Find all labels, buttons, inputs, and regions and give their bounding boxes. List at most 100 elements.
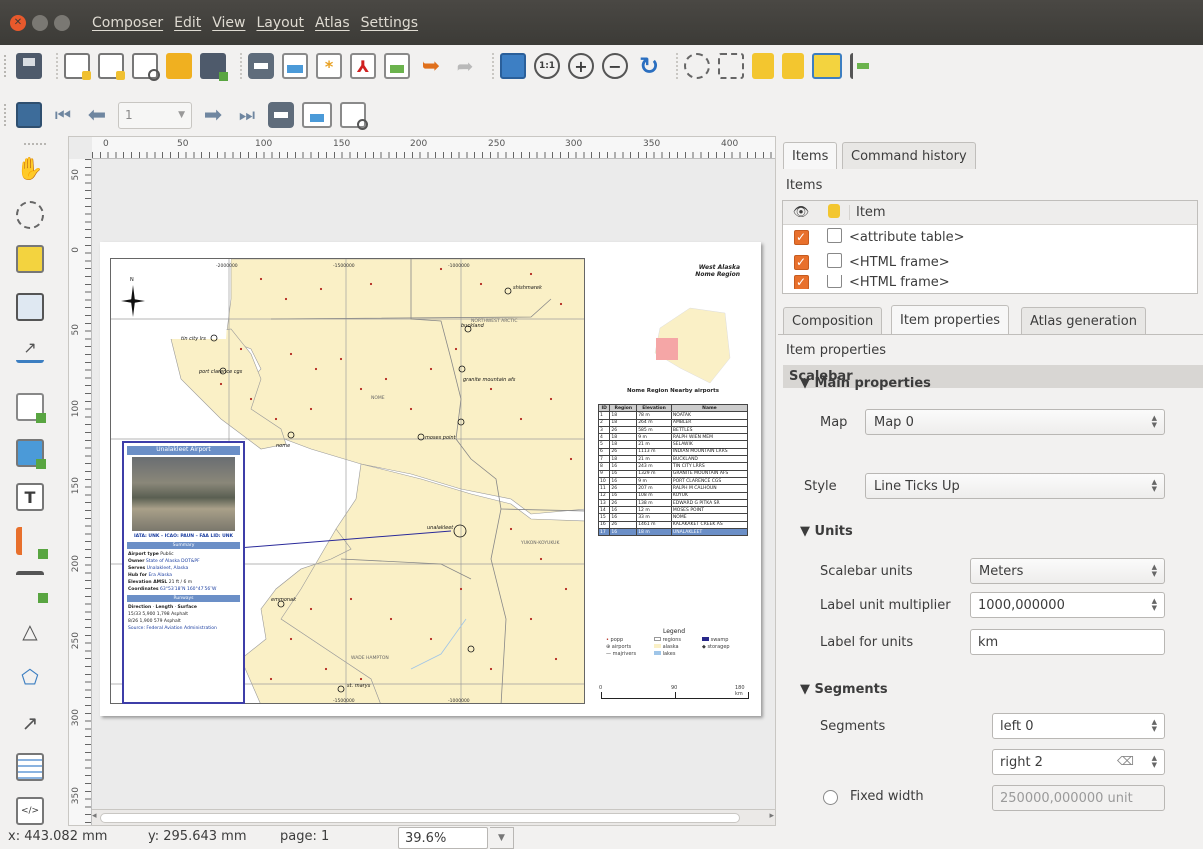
visible-checkbox[interactable]: ✓: [793, 275, 809, 289]
clear-icon[interactable]: ⌫: [1117, 754, 1134, 768]
chevron-down-icon[interactable]: ▼: [490, 827, 514, 849]
add-arrow-icon[interactable]: ↗: [16, 709, 44, 737]
tab-item-properties[interactable]: Item properties: [891, 305, 1010, 334]
composer-canvas[interactable]: 0 50 100 150 200 250 300 350 400 50 0 50…: [68, 136, 776, 826]
print-atlas-icon[interactable]: [268, 102, 294, 128]
zoom-combobox[interactable]: 39.6%: [398, 827, 488, 849]
toolbar-grip[interactable]: [24, 143, 46, 149]
lock-checkbox[interactable]: [826, 228, 842, 243]
lock-icon[interactable]: [752, 53, 774, 79]
segments-group[interactable]: ▼ Segments: [800, 682, 888, 697]
save-icon[interactable]: [16, 53, 42, 79]
style-combobox[interactable]: Line Ticks Up ▲ ▼: [865, 473, 1165, 499]
visible-checkbox[interactable]: ✓: [793, 255, 809, 270]
label-unit-multiplier-spinbox[interactable]: 1000,000000 ▲ ▼: [970, 592, 1165, 618]
menu-view[interactable]: View: [212, 15, 245, 31]
map-combobox[interactable]: Map 0 ▲ ▼: [865, 409, 1165, 435]
horizontal-scrollbar[interactable]: ◂ ▸: [92, 809, 775, 825]
tab-items[interactable]: Items: [783, 142, 838, 169]
add-scalebar-icon[interactable]: [16, 571, 48, 603]
export-pdf-icon[interactable]: ⅄: [350, 53, 376, 79]
tree-row[interactable]: ✓ <HTML frame>: [783, 275, 1197, 289]
tab-composition[interactable]: Composition: [783, 307, 883, 334]
zoom-100-icon[interactable]: 1:1: [534, 53, 560, 79]
refresh-icon[interactable]: ↻: [636, 52, 662, 80]
add-label-icon[interactable]: T: [16, 483, 44, 511]
overview-map[interactable]: [630, 298, 750, 388]
menu-layout[interactable]: Layout: [256, 15, 304, 31]
items-tree[interactable]: 👁 Item ✓ <attribute table> ✓ <HTML frame…: [782, 200, 1198, 294]
tab-atlas-generation[interactable]: Atlas generation: [1021, 307, 1146, 334]
next-feature-icon[interactable]: ➡: [200, 102, 226, 128]
export-svg-icon[interactable]: *: [316, 53, 342, 79]
select-all-icon[interactable]: [684, 53, 710, 79]
add-polygon-icon[interactable]: ⬠: [16, 663, 44, 691]
toolbar-grip[interactable]: [4, 55, 10, 77]
export-atlas-icon[interactable]: [384, 53, 410, 79]
add-html-icon[interactable]: </>: [16, 797, 44, 825]
add-shape-icon[interactable]: △: [16, 617, 44, 645]
zoom-out-icon[interactable]: −: [602, 53, 628, 79]
fixed-width-spinbox[interactable]: 250000,000000 unit: [992, 785, 1165, 811]
open-template-icon[interactable]: [166, 53, 192, 79]
minimize-window-button[interactable]: [32, 14, 48, 31]
scroll-right-icon[interactable]: ▸: [769, 811, 774, 821]
visible-checkbox[interactable]: ✓: [793, 230, 809, 245]
html-frame-popup[interactable]: Unalakleet Airport IATA: UNK – ICAO: PAU…: [122, 441, 245, 704]
add-map-icon[interactable]: [16, 439, 46, 469]
add-legend-icon[interactable]: [16, 527, 48, 559]
scalebar-item[interactable]: 0 90 180 km: [597, 685, 752, 700]
scroll-left-icon[interactable]: ◂: [92, 811, 97, 821]
menu-composer[interactable]: Composer: [92, 15, 163, 31]
add-page-icon[interactable]: [16, 393, 46, 423]
edit-nodes-icon[interactable]: ↗: [16, 335, 44, 363]
units-group[interactable]: ▼ Units: [800, 524, 853, 539]
toolbar-grip[interactable]: [4, 104, 10, 126]
new-composer-icon[interactable]: [64, 53, 91, 80]
tree-row[interactable]: ✓ <HTML frame>: [783, 250, 1197, 275]
scalebar-units-combobox[interactable]: Meters ▲ ▼: [970, 558, 1165, 584]
lock-checkbox[interactable]: [826, 275, 842, 288]
legend-item[interactable]: Legend • popp regions swamp ⊕ airports a…: [598, 628, 750, 674]
duplicate-composer-icon[interactable]: [98, 53, 125, 80]
zoom-full-icon[interactable]: [500, 53, 526, 79]
fixed-width-radio[interactable]: [823, 790, 838, 805]
label-for-units-input[interactable]: km: [970, 629, 1165, 655]
last-feature-icon[interactable]: ⏭: [234, 102, 260, 128]
atlas-settings-icon[interactable]: [340, 102, 368, 130]
export-atlas-image-icon[interactable]: [302, 102, 332, 128]
move-content-icon[interactable]: [16, 293, 44, 321]
save-template-icon[interactable]: [200, 53, 228, 81]
close-window-button[interactable]: ✕: [10, 14, 26, 31]
export-image-icon[interactable]: [282, 53, 308, 79]
add-attribute-table-icon[interactable]: [16, 753, 44, 781]
maximize-window-button[interactable]: [54, 14, 70, 31]
unlock-icon[interactable]: [782, 53, 804, 79]
composer-page[interactable]: shishmarek tin city lrs buckland port cl…: [100, 242, 761, 716]
atlas-preview-icon[interactable]: [16, 102, 42, 128]
align-items-icon[interactable]: [850, 53, 880, 79]
first-feature-icon[interactable]: ⏮: [50, 102, 76, 128]
zoom-tool-icon[interactable]: [16, 201, 44, 229]
print-icon[interactable]: [248, 53, 274, 79]
previous-feature-icon[interactable]: ⬅: [84, 102, 110, 128]
attribute-table[interactable]: ID Region Elevation Name 1 18 78 m NOATAK 2 1…: [597, 403, 749, 537]
undo-icon[interactable]: ➥: [418, 53, 444, 79]
menu-edit[interactable]: Edit: [174, 15, 201, 31]
composer-manager-icon[interactable]: [132, 53, 160, 81]
atlas-page-combobox[interactable]: 1 ▼: [118, 101, 192, 129]
zoom-in-icon[interactable]: +: [568, 53, 594, 79]
lock-checkbox[interactable]: [826, 253, 842, 268]
main-properties-group[interactable]: ▼ Main properties: [800, 376, 931, 391]
group-items-icon[interactable]: [812, 53, 842, 79]
deselect-all-icon[interactable]: [718, 53, 744, 79]
menu-atlas[interactable]: Atlas: [315, 15, 350, 31]
menu-settings[interactable]: Settings: [361, 15, 418, 31]
segments-left-spinbox[interactable]: left 0 ▲ ▼: [992, 713, 1165, 739]
tab-command-history[interactable]: Command history: [842, 142, 976, 169]
segments-right-spinbox[interactable]: right 2 ⌫ ▲ ▼: [992, 749, 1165, 775]
select-move-icon[interactable]: [16, 245, 44, 273]
pan-icon[interactable]: ✋: [16, 155, 44, 183]
tree-row[interactable]: ✓ <attribute table>: [783, 225, 1197, 250]
redo-icon[interactable]: ➦: [452, 53, 478, 79]
